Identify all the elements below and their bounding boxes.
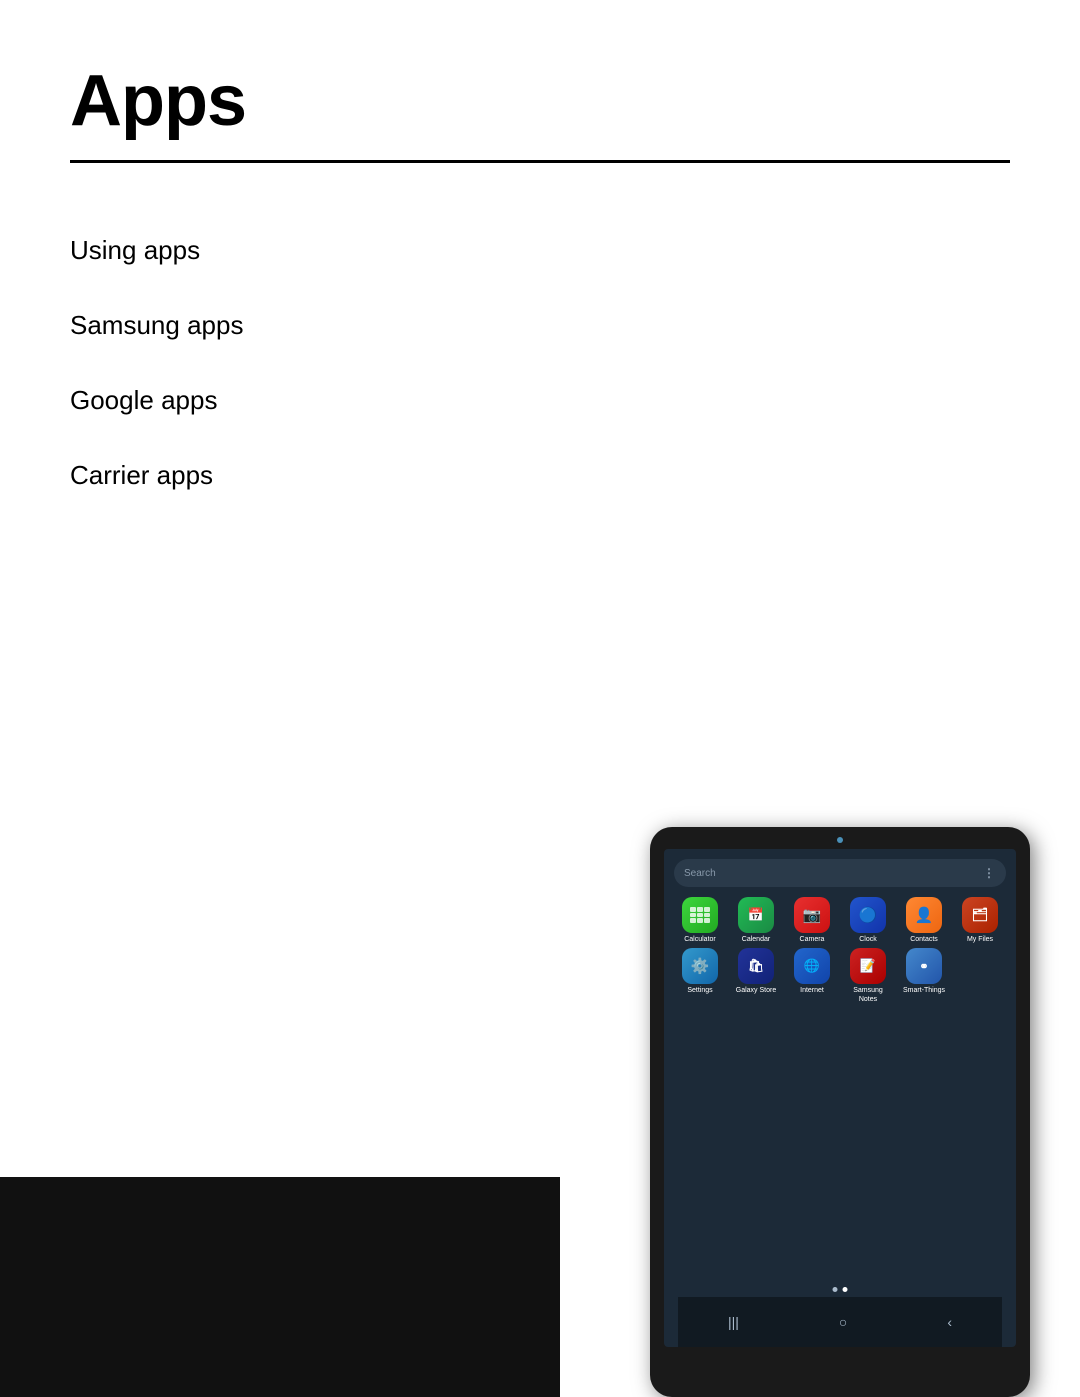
nav-list: Using apps Samsung apps Google apps Carr… bbox=[70, 213, 1010, 513]
app-calculator[interactable]: Calculator bbox=[676, 897, 724, 944]
camera-icon: 📷 bbox=[794, 897, 830, 933]
app-row-1: Calculator 📅 Calendar 📷 Camera 🔵 Clock bbox=[672, 897, 1008, 944]
page-title: Apps bbox=[70, 60, 1010, 142]
tablet-camera bbox=[837, 837, 843, 843]
camera-label: Camera bbox=[800, 936, 825, 944]
app-internet[interactable]: 🌐 Internet bbox=[788, 948, 836, 995]
title-divider bbox=[70, 160, 1010, 163]
myfiles-label: My Files bbox=[967, 936, 993, 944]
app-search-bar[interactable]: Search ⋮ bbox=[674, 859, 1006, 887]
app-settings[interactable]: ⚙️ Settings bbox=[676, 948, 724, 995]
page-dot-2 bbox=[843, 1287, 848, 1292]
recent-apps-icon[interactable]: ||| bbox=[728, 1314, 739, 1330]
app-clock[interactable]: 🔵 Clock bbox=[844, 897, 892, 944]
galaxystore-icon: 🛍 bbox=[738, 948, 774, 984]
tablet-screen: Search ⋮ Calculator bbox=[664, 849, 1016, 1347]
nav-item-using-apps[interactable]: Using apps bbox=[70, 213, 1010, 288]
app-myfiles[interactable]: 🗂 My Files bbox=[956, 897, 1004, 944]
contacts-label: Contacts bbox=[910, 936, 938, 944]
bottom-black-section bbox=[0, 1177, 560, 1397]
clock-icon: 🔵 bbox=[850, 897, 886, 933]
tablet-device: Search ⋮ Calculator bbox=[650, 827, 1030, 1397]
page-content: Apps Using apps Samsung apps Google apps… bbox=[0, 0, 1080, 513]
app-smartthings[interactable]: ⚭ Smart-Things bbox=[900, 948, 948, 995]
clock-label: Clock bbox=[859, 936, 877, 944]
calendar-label: Calendar bbox=[742, 936, 770, 944]
smartthings-icon: ⚭ bbox=[906, 948, 942, 984]
app-row-2: ⚙️ Settings 🛍 Galaxy Store 🌐 Internet 📝 … bbox=[672, 948, 1008, 1004]
calculator-icon bbox=[682, 897, 718, 933]
internet-icon: 🌐 bbox=[794, 948, 830, 984]
samsungnotes-label: Samsung Notes bbox=[844, 987, 892, 1004]
app-grid: Calculator 📅 Calendar 📷 Camera 🔵 Clock bbox=[664, 893, 1016, 1008]
page-indicator bbox=[833, 1287, 848, 1292]
settings-label: Settings bbox=[687, 987, 712, 995]
settings-icon: ⚙️ bbox=[682, 948, 718, 984]
tablet-body: Search ⋮ Calculator bbox=[650, 827, 1030, 1397]
nav-item-samsung-apps[interactable]: Samsung apps bbox=[70, 288, 1010, 363]
galaxystore-label: Galaxy Store bbox=[736, 987, 776, 995]
nav-item-carrier-apps[interactable]: Carrier apps bbox=[70, 438, 1010, 513]
app-camera[interactable]: 📷 Camera bbox=[788, 897, 836, 944]
back-icon[interactable]: ‹ bbox=[947, 1314, 952, 1330]
smartthings-label: Smart-Things bbox=[903, 987, 945, 995]
nav-item-google-apps[interactable]: Google apps bbox=[70, 363, 1010, 438]
calendar-icon: 📅 bbox=[738, 897, 774, 933]
search-placeholder: Search bbox=[684, 868, 716, 879]
contacts-icon: 👤 bbox=[906, 897, 942, 933]
internet-label: Internet bbox=[800, 987, 824, 995]
app-galaxystore[interactable]: 🛍 Galaxy Store bbox=[732, 948, 780, 995]
app-calendar[interactable]: 📅 Calendar bbox=[732, 897, 780, 944]
samsungnotes-icon: 📝 bbox=[850, 948, 886, 984]
calculator-label: Calculator bbox=[684, 936, 716, 944]
myfiles-icon: 🗂 bbox=[962, 897, 998, 933]
home-icon[interactable]: ○ bbox=[839, 1314, 847, 1330]
app-samsungnotes[interactable]: 📝 Samsung Notes bbox=[844, 948, 892, 1004]
tablet-navigation-bar: ||| ○ ‹ bbox=[678, 1297, 1002, 1347]
search-menu-icon[interactable]: ⋮ bbox=[983, 866, 996, 880]
app-contacts[interactable]: 👤 Contacts bbox=[900, 897, 948, 944]
page-dot-1 bbox=[833, 1287, 838, 1292]
